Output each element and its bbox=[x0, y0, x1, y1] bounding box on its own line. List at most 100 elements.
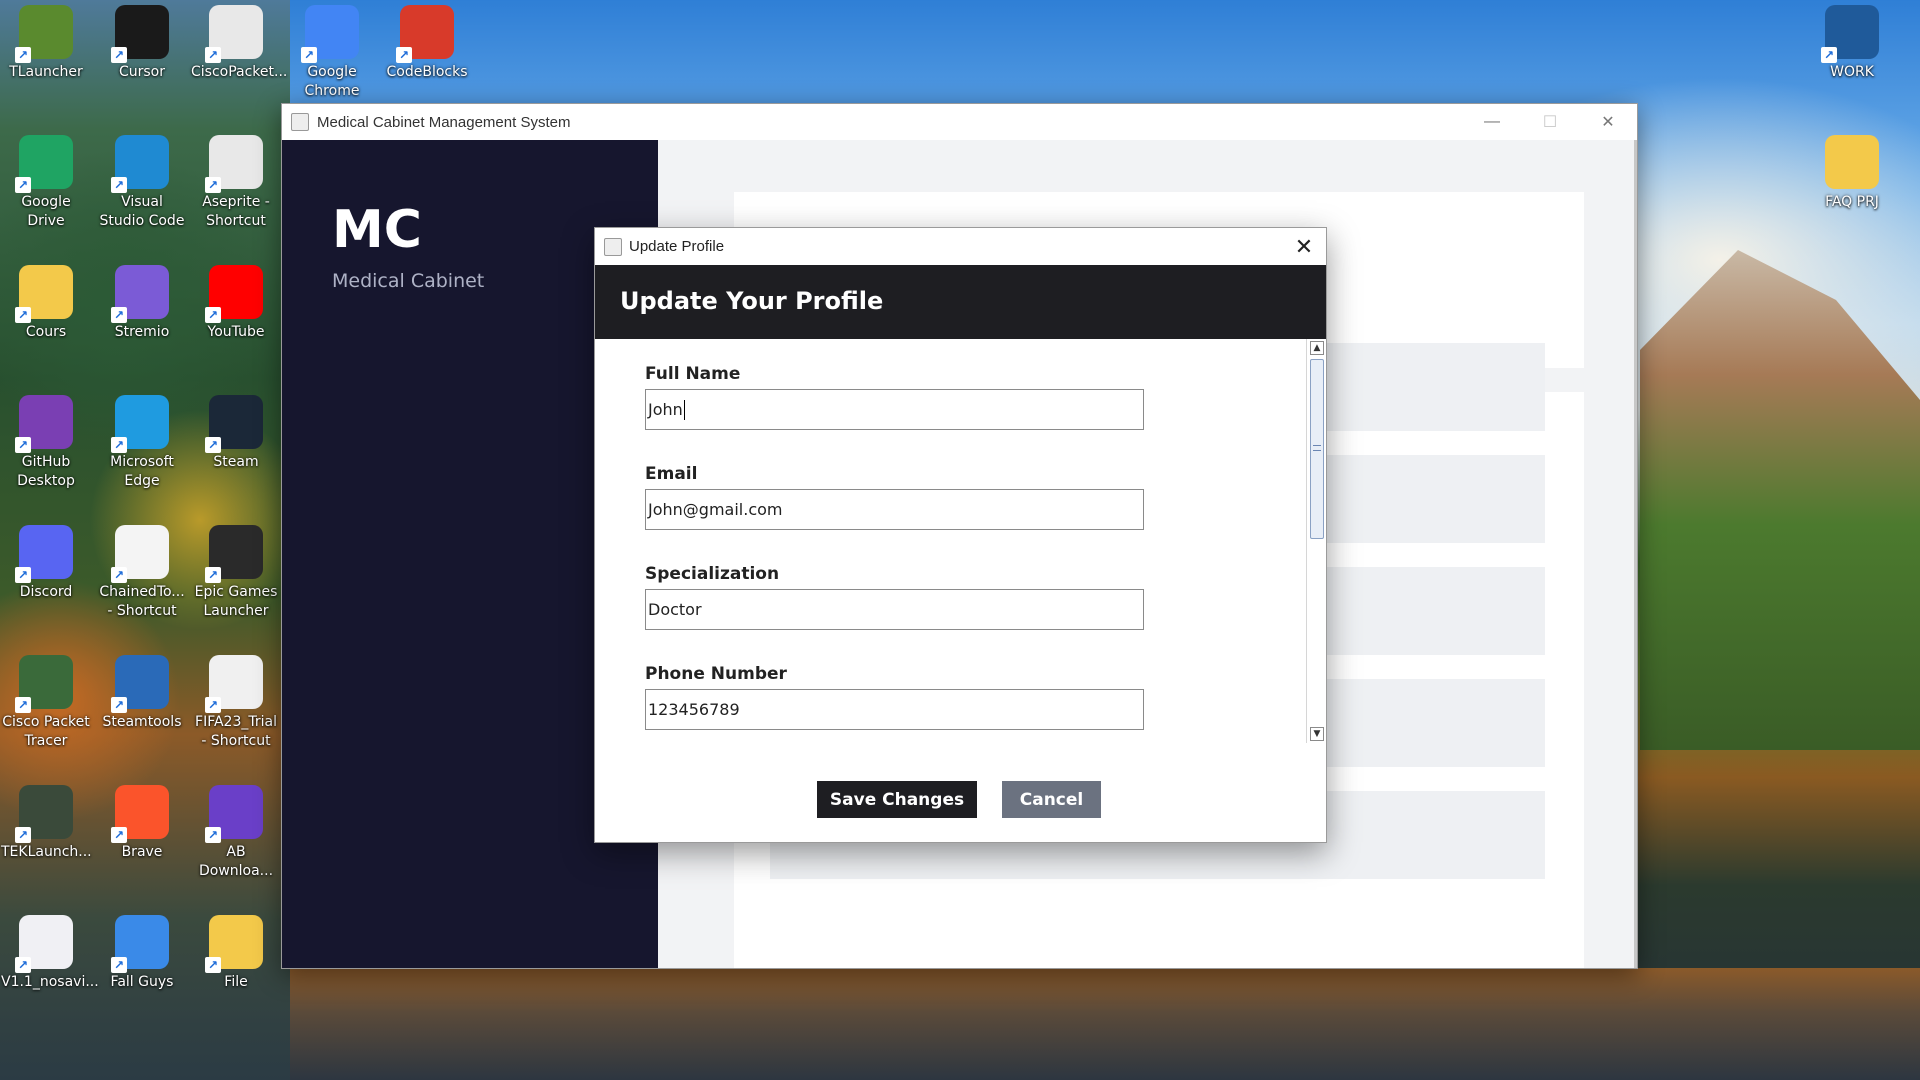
desktop-icon[interactable]: ↗ FIFA23_Trial - Shortcut bbox=[191, 655, 281, 751]
desktop-icon-label: Fall Guys bbox=[110, 974, 174, 990]
desktop-icon[interactable]: ↗ Epic Games Launcher bbox=[191, 525, 281, 621]
desktop-icon[interactable]: ↗ CodeBlocks bbox=[382, 5, 472, 82]
desktop-icon[interactable]: ↗ TLauncher bbox=[1, 5, 91, 82]
desktop-icon-label: Visual Studio Code bbox=[99, 194, 185, 229]
desktop-icon-label: WORK bbox=[1830, 64, 1874, 80]
shortcut-arrow-icon: ↗ bbox=[15, 567, 31, 583]
folder-icon: ↗ bbox=[15, 265, 73, 323]
ab-download-icon: ↗ bbox=[205, 785, 263, 843]
desktop-icon-label: File bbox=[224, 974, 248, 990]
cursor-icon: ↗ bbox=[111, 5, 169, 63]
desktop-icon-label: FIFA23_Trial - Shortcut bbox=[195, 714, 277, 749]
shortcut-arrow-icon: ↗ bbox=[15, 47, 31, 63]
youtube-icon: ↗ bbox=[205, 265, 263, 323]
desktop-icon[interactable]: ↗ Google Drive bbox=[1, 135, 91, 231]
desktop-icon[interactable]: ↗ Cisco Packet Tracer bbox=[1, 655, 91, 751]
desktop-wallpaper-mountain bbox=[1640, 250, 1920, 750]
maximize-button[interactable]: ☐ bbox=[1521, 104, 1579, 140]
full-name-field[interactable]: John bbox=[645, 389, 1144, 430]
shortcut-arrow-icon: ↗ bbox=[205, 437, 221, 453]
desktop-icon[interactable]: ↗ GitHub Desktop bbox=[1, 395, 91, 491]
desktop-icon[interactable]: ↗ Fall Guys bbox=[97, 915, 187, 992]
desktop-icon[interactable]: ↗ Steamtools bbox=[97, 655, 187, 732]
teklauncher-icon: ↗ bbox=[15, 785, 73, 843]
scroll-up-arrow-icon[interactable]: ▲ bbox=[1310, 341, 1324, 355]
content-scrollbar[interactable] bbox=[1634, 140, 1637, 968]
desktop-wallpaper-lake bbox=[290, 968, 1920, 1080]
dialog-close-button[interactable]: ✕ bbox=[1282, 228, 1326, 265]
google-drive-icon: ↗ bbox=[15, 135, 73, 193]
profile-form: Full Name John Email John@gmail.com Spec… bbox=[595, 339, 1307, 754]
shortcut-arrow-icon: ↗ bbox=[205, 567, 221, 583]
desktop-icon[interactable]: ↗ Cours bbox=[1, 265, 91, 342]
app-title: Medical Cabinet Management System bbox=[317, 113, 571, 131]
desktop-icon[interactable]: ↗ Brave bbox=[97, 785, 187, 862]
desktop-icon[interactable]: ↗ Steam bbox=[191, 395, 281, 472]
app-titlebar[interactable]: Medical Cabinet Management System — ☐ ✕ bbox=[282, 104, 1637, 140]
github-desktop-icon: ↗ bbox=[15, 395, 73, 453]
folder-icon bbox=[1825, 135, 1879, 189]
desktop-icon[interactable]: ↗ V1.1_nosavi... bbox=[1, 915, 99, 992]
shortcut-arrow-icon: ↗ bbox=[15, 177, 31, 193]
desktop-icon[interactable]: ↗ WORK bbox=[1807, 5, 1897, 82]
scrollbar-thumb[interactable] bbox=[1310, 359, 1324, 539]
stremio-icon: ↗ bbox=[111, 265, 169, 323]
desktop-icon[interactable]: ↗ ChainedTo... - Shortcut bbox=[97, 525, 187, 621]
text-caret bbox=[683, 399, 685, 420]
desktop-icon-label: TEKLaunch... bbox=[1, 844, 92, 860]
save-changes-button[interactable]: Save Changes bbox=[817, 781, 977, 818]
shortcut-arrow-icon: ↗ bbox=[111, 47, 127, 63]
update-profile-dialog: Update Profile ✕ Update Your Profile Ful… bbox=[594, 227, 1327, 843]
close-button[interactable]: ✕ bbox=[1579, 104, 1637, 140]
shortcut-arrow-icon: ↗ bbox=[1821, 47, 1837, 63]
specialization-label: Specialization bbox=[645, 564, 780, 584]
desktop-icon-label: TLauncher bbox=[9, 64, 83, 80]
phone-number-label: Phone Number bbox=[645, 664, 787, 684]
desktop-icon[interactable]: ↗ Cursor bbox=[97, 5, 187, 82]
shortcut-arrow-icon: ↗ bbox=[111, 307, 127, 323]
desktop-icon-label: AB Downloa... bbox=[198, 844, 274, 879]
desktop-icon[interactable]: ↗ YouTube bbox=[191, 265, 281, 342]
minimize-button[interactable]: — bbox=[1463, 104, 1521, 140]
desktop-icon[interactable]: ↗ Visual Studio Code bbox=[97, 135, 187, 231]
shortcut-arrow-icon: ↗ bbox=[15, 697, 31, 713]
desktop-icon[interactable]: ↗ Discord bbox=[1, 525, 91, 602]
desktop-icon-label: ChainedTo... - Shortcut bbox=[99, 584, 185, 619]
desktop-icon[interactable]: FAQ PRJ bbox=[1807, 135, 1897, 212]
desktop-icon-label: Cisco Packet Tracer bbox=[2, 714, 90, 749]
specialization-field[interactable]: Doctor bbox=[645, 589, 1144, 630]
dialog-titlebar[interactable]: Update Profile ✕ bbox=[595, 228, 1326, 265]
shortcut-arrow-icon: ↗ bbox=[15, 827, 31, 843]
shortcut-arrow-icon: ↗ bbox=[111, 957, 127, 973]
shortcut-arrow-icon: ↗ bbox=[111, 827, 127, 843]
desktop-icon[interactable]: ↗ Aseprite - Shortcut bbox=[191, 135, 281, 231]
shortcut-arrow-icon: ↗ bbox=[205, 957, 221, 973]
desktop-icon-label: V1.1_nosavi... bbox=[1, 974, 99, 990]
desktop-icon-label: YouTube bbox=[207, 324, 265, 340]
full-name-value: John bbox=[648, 400, 683, 419]
specialization-value: Doctor bbox=[648, 600, 702, 619]
desktop-icon[interactable]: ↗ TEKLaunch... bbox=[1, 785, 92, 862]
desktop-icon[interactable]: ↗ File bbox=[191, 915, 281, 992]
desktop-icon[interactable]: ↗ CiscoPacket... bbox=[191, 5, 287, 82]
desktop-icon-label: Epic Games Launcher bbox=[194, 584, 278, 619]
dialog-scrollbar[interactable]: ▲ ▼ bbox=[1306, 339, 1326, 743]
desktop-icon-label: Discord bbox=[19, 584, 73, 600]
shortcut-arrow-icon: ↗ bbox=[396, 47, 412, 63]
scroll-down-arrow-icon[interactable]: ▼ bbox=[1310, 727, 1324, 741]
desktop-icon[interactable]: ↗ Microsoft Edge bbox=[97, 395, 187, 491]
shortcut-arrow-icon: ↗ bbox=[15, 957, 31, 973]
phone-number-value: 123456789 bbox=[648, 700, 740, 719]
desktop-icon[interactable]: ↗ Google Chrome bbox=[287, 5, 377, 101]
desktop-icon-label: Google Drive bbox=[21, 194, 71, 229]
shortcut-arrow-icon: ↗ bbox=[205, 827, 221, 843]
desktop-icon-label: Microsoft Edge bbox=[110, 454, 174, 489]
dialog-header: Update Your Profile bbox=[595, 265, 1326, 339]
cancel-button[interactable]: Cancel bbox=[1002, 781, 1101, 818]
desktop-icon-label: Steam bbox=[213, 454, 259, 470]
desktop-icon[interactable]: ↗ Stremio bbox=[97, 265, 187, 342]
chrome-icon: ↗ bbox=[301, 5, 359, 63]
phone-number-field[interactable]: 123456789 bbox=[645, 689, 1144, 730]
desktop-icon[interactable]: ↗ AB Downloa... bbox=[191, 785, 281, 881]
email-field[interactable]: John@gmail.com bbox=[645, 489, 1144, 530]
